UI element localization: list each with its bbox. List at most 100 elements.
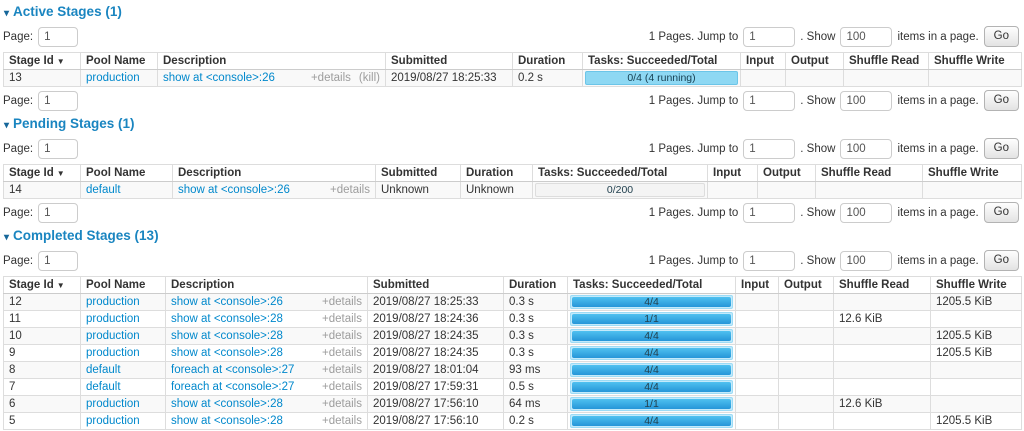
details-toggle[interactable]: +details bbox=[322, 381, 362, 393]
col-header-shuffle_write[interactable]: Shuffle Write bbox=[922, 164, 1022, 182]
submitted-cell: 2019/08/27 17:56:10 bbox=[367, 395, 504, 413]
col-header-output[interactable]: Output bbox=[778, 276, 834, 294]
input-cell bbox=[740, 69, 786, 87]
jump-to-input[interactable] bbox=[743, 250, 796, 271]
details-toggle[interactable]: +details bbox=[322, 347, 362, 359]
col-header-output[interactable]: Output bbox=[757, 164, 816, 182]
page-input[interactable] bbox=[38, 26, 79, 47]
pool-link[interactable]: default bbox=[86, 381, 121, 393]
col-header-label: Pool Name bbox=[86, 167, 146, 179]
col-header-input[interactable]: Input bbox=[740, 52, 786, 70]
description-link[interactable]: show at <console>:26 bbox=[178, 184, 290, 196]
shuffle-read-cell bbox=[843, 69, 929, 87]
col-header-description[interactable]: Description bbox=[172, 164, 376, 182]
col-header-tasks[interactable]: Tasks: Succeeded/Total bbox=[532, 164, 708, 182]
col-header-label: Tasks: Succeeded/Total bbox=[588, 55, 718, 67]
details-toggle[interactable]: +details bbox=[322, 415, 362, 427]
description-link[interactable]: show at <console>:28 bbox=[171, 415, 283, 427]
col-header-output[interactable]: Output bbox=[785, 52, 844, 70]
go-button[interactable]: Go bbox=[983, 138, 1019, 159]
show-count-input[interactable] bbox=[840, 26, 893, 47]
pool-link[interactable]: production bbox=[86, 347, 140, 359]
col-header-pool[interactable]: Pool Name bbox=[80, 52, 158, 70]
description-link[interactable]: show at <console>:28 bbox=[171, 398, 283, 410]
col-header-submitted[interactable]: Submitted bbox=[375, 164, 461, 182]
shuffle-write-cell bbox=[928, 69, 1022, 87]
description-link[interactable]: show at <console>:28 bbox=[171, 347, 283, 359]
details-toggle[interactable]: +details bbox=[322, 398, 362, 410]
pool-link[interactable]: production bbox=[86, 72, 140, 84]
pool-link[interactable]: production bbox=[86, 296, 140, 308]
pool-name-cell: production bbox=[80, 395, 166, 413]
pool-link[interactable]: production bbox=[86, 313, 140, 325]
pool-link[interactable]: production bbox=[86, 330, 140, 342]
go-button[interactable]: Go bbox=[983, 250, 1019, 271]
col-header-tasks[interactable]: Tasks: Succeeded/Total bbox=[582, 52, 741, 70]
col-header-shuffle_read[interactable]: Shuffle Read bbox=[833, 276, 931, 294]
show-count-input[interactable] bbox=[840, 138, 893, 159]
col-header-submitted[interactable]: Submitted bbox=[367, 276, 504, 294]
go-button[interactable]: Go bbox=[983, 26, 1019, 47]
description-link[interactable]: show at <console>:26 bbox=[171, 296, 283, 308]
jump-to-input[interactable] bbox=[743, 202, 796, 223]
col-header-description[interactable]: Description bbox=[165, 276, 368, 294]
show-count-input[interactable] bbox=[840, 90, 893, 111]
col-header-shuffle_read[interactable]: Shuffle Read bbox=[843, 52, 929, 70]
section-title-completed[interactable]: ▾ Completed Stages (13) bbox=[4, 228, 1021, 246]
show-count-input[interactable] bbox=[840, 250, 893, 271]
pool-name-cell: default bbox=[80, 361, 166, 379]
col-header-shuffle_read[interactable]: Shuffle Read bbox=[815, 164, 923, 182]
description-link[interactable]: show at <console>:28 bbox=[171, 330, 283, 342]
col-header-label: Input bbox=[741, 279, 770, 291]
jump-to-input[interactable] bbox=[743, 90, 796, 111]
details-toggle[interactable]: +details bbox=[322, 313, 362, 325]
col-header-stage_id[interactable]: Stage Id ▼ bbox=[3, 52, 81, 70]
shuffle-read-cell bbox=[833, 412, 931, 430]
col-header-duration[interactable]: Duration bbox=[512, 52, 583, 70]
col-header-input[interactable]: Input bbox=[707, 164, 758, 182]
pool-link[interactable]: production bbox=[86, 398, 140, 410]
col-header-shuffle_write[interactable]: Shuffle Write bbox=[930, 276, 1022, 294]
details-toggle[interactable]: +details bbox=[330, 184, 370, 196]
col-header-input[interactable]: Input bbox=[735, 276, 779, 294]
col-header-submitted[interactable]: Submitted bbox=[385, 52, 513, 70]
details-toggle[interactable]: +details bbox=[322, 296, 362, 308]
details-toggle[interactable]: +details bbox=[322, 330, 362, 342]
col-header-stage_id[interactable]: Stage Id ▼ bbox=[3, 276, 81, 294]
page-input[interactable] bbox=[38, 202, 79, 223]
kill-link[interactable]: (kill) bbox=[359, 72, 380, 84]
tasks-cell: 4/4 bbox=[567, 293, 736, 311]
pool-link[interactable]: default bbox=[86, 184, 121, 196]
stage-id-cell: 7 bbox=[3, 378, 81, 396]
section-title-pending[interactable]: ▾ Pending Stages (1) bbox=[4, 116, 1021, 134]
details-toggle[interactable]: +details bbox=[322, 364, 362, 376]
col-header-shuffle_write[interactable]: Shuffle Write bbox=[928, 52, 1022, 70]
description-link[interactable]: show at <console>:26 bbox=[163, 72, 275, 84]
details-toggle[interactable]: +details bbox=[311, 72, 351, 84]
col-header-label: Tasks: Succeeded/Total bbox=[573, 279, 703, 291]
col-header-duration[interactable]: Duration bbox=[460, 164, 533, 182]
col-header-tasks[interactable]: Tasks: Succeeded/Total bbox=[567, 276, 736, 294]
show-count-input[interactable] bbox=[840, 202, 893, 223]
description-link[interactable]: foreach at <console>:27 bbox=[171, 381, 294, 393]
page-input[interactable] bbox=[38, 250, 79, 271]
col-header-pool[interactable]: Pool Name bbox=[80, 164, 173, 182]
jump-to-input[interactable] bbox=[743, 138, 796, 159]
page-input[interactable] bbox=[38, 138, 79, 159]
go-button[interactable]: Go bbox=[983, 202, 1019, 223]
col-header-pool[interactable]: Pool Name bbox=[80, 276, 166, 294]
header-row: Stage Id ▼ Pool Name Description Submitted Du… bbox=[3, 164, 1022, 182]
section-title-active[interactable]: ▾ Active Stages (1) bbox=[4, 4, 1021, 22]
go-button[interactable]: Go bbox=[983, 90, 1019, 111]
page-input[interactable] bbox=[38, 90, 79, 111]
pool-link[interactable]: default bbox=[86, 364, 121, 376]
col-header-label: Input bbox=[713, 167, 742, 179]
jump-to-input[interactable] bbox=[743, 26, 796, 47]
description-link[interactable]: foreach at <console>:27 bbox=[171, 364, 294, 376]
col-header-duration[interactable]: Duration bbox=[503, 276, 568, 294]
col-header-stage_id[interactable]: Stage Id ▼ bbox=[3, 164, 81, 182]
col-header-description[interactable]: Description bbox=[157, 52, 386, 70]
pool-link[interactable]: production bbox=[86, 415, 140, 427]
description-link[interactable]: show at <console>:28 bbox=[171, 313, 283, 325]
col-header-label: Output bbox=[763, 167, 801, 179]
